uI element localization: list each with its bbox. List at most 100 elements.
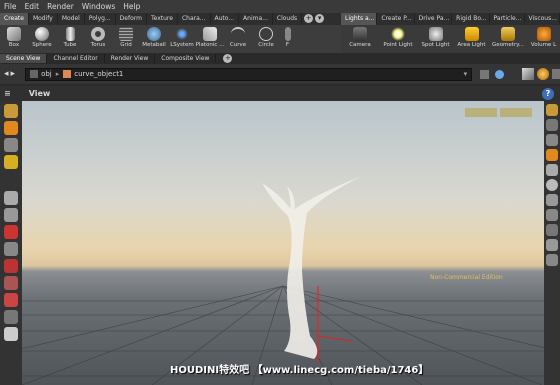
spot-light-tool[interactable]: Spot Light <box>417 25 454 53</box>
axis-x-handle[interactable] <box>317 335 353 342</box>
tab-animation[interactable]: Anima... <box>239 13 273 25</box>
arrow-pointer-icon[interactable] <box>4 191 18 205</box>
camera-tool[interactable]: Camera <box>341 25 379 53</box>
tab-characters[interactable]: Chara... <box>178 13 211 25</box>
background-icon[interactable] <box>546 239 558 251</box>
toolbar-menu-icon[interactable] <box>552 69 560 79</box>
view-tool-icon[interactable] <box>4 155 18 169</box>
scale-tool-icon[interactable] <box>4 242 18 256</box>
menu-help[interactable]: Help <box>119 2 144 11</box>
more-tool[interactable]: F <box>280 25 295 53</box>
wireframe-icon[interactable] <box>546 134 558 146</box>
primitive-numbers-icon[interactable] <box>546 194 558 206</box>
transform-mode-icon[interactable] <box>4 121 18 135</box>
tab-composite-view[interactable]: Composite View <box>155 54 217 63</box>
tab-lights-cameras[interactable]: Lights a... <box>341 13 378 25</box>
magnet-icon[interactable] <box>4 293 18 307</box>
tab-polygon[interactable]: Polyg... <box>85 13 116 25</box>
sphere-tool[interactable]: Sphere <box>28 25 56 53</box>
torus-icon <box>91 27 105 41</box>
display-mode-icon[interactable] <box>546 104 558 116</box>
spot-light-icon <box>428 27 443 41</box>
pin-icon[interactable] <box>480 69 490 79</box>
curve-tool[interactable]: Curve <box>224 25 252 53</box>
platonic-tool[interactable]: Platonic ... <box>196 25 224 53</box>
brush-tool-icon[interactable] <box>4 310 18 324</box>
move-tool-icon[interactable] <box>4 208 18 222</box>
scene-viewport[interactable] <box>22 101 544 385</box>
tab-texture[interactable]: Texture <box>147 13 178 25</box>
tab-create[interactable]: Create <box>0 13 29 25</box>
camera-label: Camera <box>349 42 371 48</box>
metaball-tool[interactable]: Metaball <box>140 25 168 53</box>
tab-render-view[interactable]: Render View <box>105 54 156 63</box>
area-light-tool[interactable]: Area Light <box>454 25 489 53</box>
normals-icon[interactable] <box>546 179 558 191</box>
snap-tool-icon[interactable] <box>4 276 18 290</box>
pose-tool-icon[interactable] <box>4 259 18 273</box>
point-light-label: Point Light <box>383 42 413 48</box>
ghost-mode-icon[interactable] <box>546 119 558 131</box>
select-mode-icon[interactable] <box>4 104 18 118</box>
area-light-label: Area Light <box>457 42 486 48</box>
point-light-tool[interactable]: Point Light <box>379 25 417 53</box>
rotate-tool-icon[interactable] <box>4 225 18 239</box>
tab-deform[interactable]: Deform <box>116 13 147 25</box>
view-title: View <box>28 89 51 98</box>
menu-render[interactable]: Render <box>43 2 78 11</box>
tab-drive-particles[interactable]: Drive Pa... <box>415 13 453 25</box>
lsystem-tool[interactable]: LSystem <box>168 25 196 53</box>
lighting-icon[interactable] <box>546 224 558 236</box>
grid-toggle-icon[interactable] <box>546 254 558 266</box>
grid-tool[interactable]: Grid <box>112 25 140 53</box>
shelf-tools-right: Camera Point Light Spot Light Area Light… <box>341 25 560 53</box>
tab-rigid-bodies[interactable]: Rigid Bo... <box>452 13 490 25</box>
add-tab-icon[interactable]: + <box>304 14 314 23</box>
path-root[interactable]: obj <box>41 70 52 78</box>
tab-modify[interactable]: Modify <box>29 13 58 25</box>
menu-edit[interactable]: Edit <box>21 2 44 11</box>
box-display-icon[interactable] <box>522 68 535 80</box>
tube-icon <box>65 27 75 41</box>
tab-auto-rigs[interactable]: Auto... <box>211 13 240 25</box>
tab-clouds[interactable]: Clouds <box>273 13 303 25</box>
network-path-field[interactable]: obj ▸ curve_object1 ▾ <box>25 67 473 81</box>
points-display-icon[interactable] <box>546 164 558 176</box>
volume-light-tool[interactable]: Volume L <box>527 25 560 53</box>
houdini-window: File Edit Render Windows Help Create Mod… <box>0 0 560 385</box>
tab-particle-fluids[interactable]: Particle... <box>490 13 525 25</box>
circle-tool[interactable]: Circle <box>252 25 280 53</box>
tab-menu-icon[interactable]: ▾ <box>315 14 325 23</box>
tab-scene-view[interactable]: Scene View <box>0 54 48 63</box>
viewer-menu-icon[interactable]: ≡ <box>4 89 11 98</box>
link-icon[interactable] <box>495 69 505 79</box>
shaded-icon[interactable] <box>546 149 558 161</box>
help-icon[interactable]: ? <box>542 87 554 100</box>
volume-light-icon <box>536 27 551 41</box>
tab-channel-editor[interactable]: Channel Editor <box>47 54 105 63</box>
shading-icon[interactable] <box>537 68 550 80</box>
path-dropdown-icon[interactable]: ▾ <box>464 70 468 78</box>
tube-label: Tube <box>63 42 77 48</box>
overlay-tab-1[interactable] <box>465 108 497 117</box>
menu-file[interactable]: File <box>0 2 21 11</box>
tab-viscous[interactable]: Viscous... <box>525 13 560 25</box>
forward-arrow-icon[interactable]: ▸ <box>11 69 16 79</box>
handle-mode-icon[interactable] <box>4 138 18 152</box>
back-arrow-icon[interactable]: ◂ <box>4 69 9 79</box>
geometry-light-icon <box>501 27 515 41</box>
tab-create-particles[interactable]: Create P... <box>377 13 415 25</box>
path-node[interactable]: curve_object1 <box>74 70 123 78</box>
menu-windows[interactable]: Windows <box>78 2 119 11</box>
overlay-tab-2[interactable] <box>500 108 532 117</box>
tube-tool[interactable]: Tube <box>56 25 84 53</box>
geometry-light-tool[interactable]: Geometry... <box>489 25 527 53</box>
torus-tool[interactable]: Torus <box>84 25 112 53</box>
box-tool[interactable]: Box <box>0 25 28 53</box>
point-numbers-icon[interactable] <box>546 209 558 221</box>
box-label: Box <box>8 42 20 48</box>
tab-model[interactable]: Model <box>58 13 85 25</box>
display-options-icon[interactable] <box>4 327 18 341</box>
add-pane-tab-icon[interactable]: + <box>223 54 233 63</box>
menu-bar: File Edit Render Windows Help <box>0 0 560 13</box>
